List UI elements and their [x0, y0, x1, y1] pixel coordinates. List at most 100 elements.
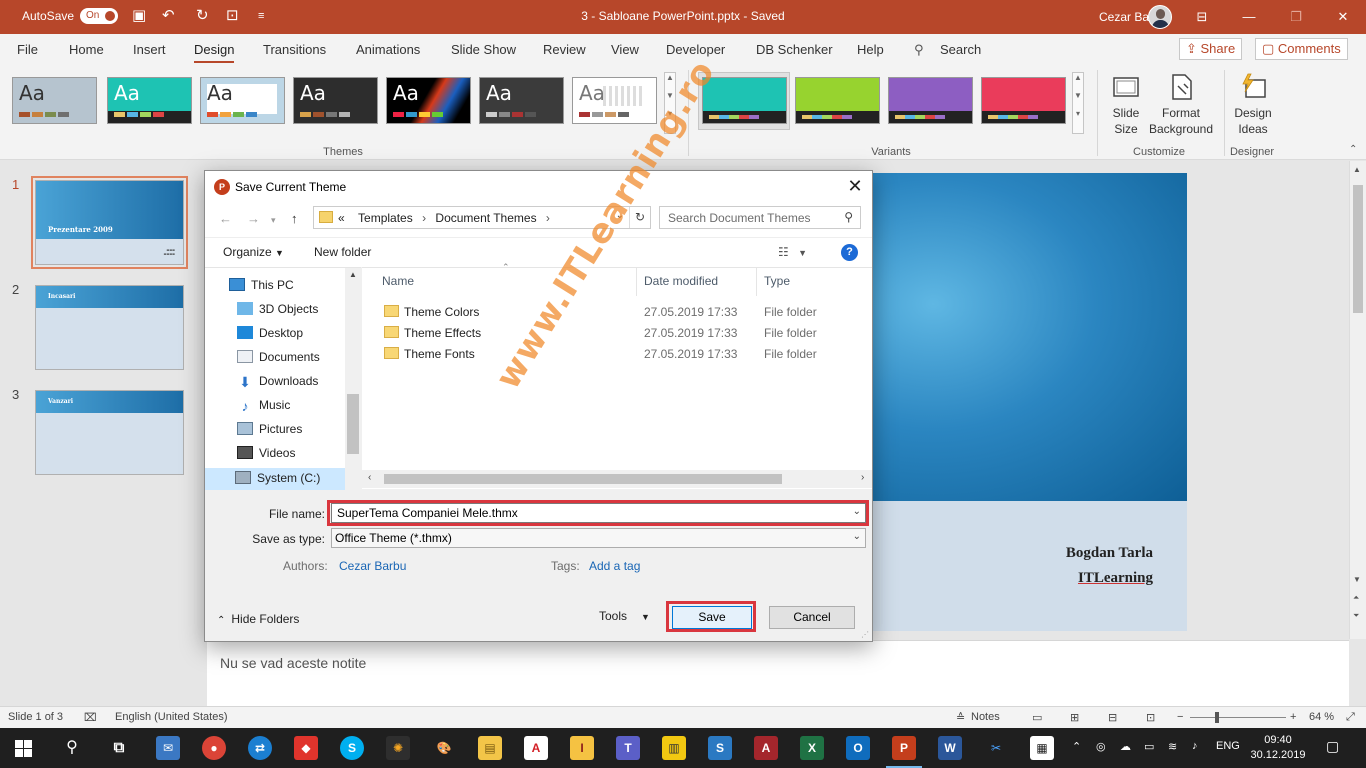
autosave-toggle[interactable]: On [80, 8, 118, 24]
redo-icon[interactable]: ↻ [196, 8, 209, 24]
slide-thumbnail-2[interactable]: Incasari [35, 285, 184, 370]
theme-thumb-4[interactable]: Aa [293, 77, 378, 124]
variant-thumb-2[interactable] [795, 77, 880, 124]
save-button[interactable]: Save [672, 606, 752, 629]
sway-icon[interactable]: S [708, 736, 732, 760]
slide-thumbnail-3[interactable]: Vanzari [35, 390, 184, 475]
tree-item-documents[interactable]: Documents [237, 350, 320, 372]
cloud-icon[interactable]: ☁ [1120, 740, 1131, 753]
task-view-icon[interactable]: ⧉ [107, 736, 131, 760]
slide-thumbnail-1[interactable]: Prezentare 2009 ▬▬▬ ▬▬▬▬ [31, 176, 188, 269]
tab-design[interactable]: Design [194, 42, 235, 63]
zoom-in-icon[interactable]: + [1290, 711, 1296, 723]
breadcrumb-chevron-icon[interactable]: › [422, 211, 426, 225]
column-divider[interactable] [636, 268, 637, 296]
tools-button[interactable]: Tools ▼ [599, 609, 650, 623]
tree-scroll-thumb[interactable] [347, 394, 359, 454]
ribbon-display-icon[interactable]: ⊟ [1187, 6, 1217, 28]
ribbon-search[interactable]: Search [940, 42, 981, 57]
tree-item-3d-objects[interactable]: 3D Objects [237, 302, 318, 324]
notes-pane[interactable]: Nu se vad aceste notite [207, 640, 1349, 706]
themes-gallery-scroll[interactable]: ▲ ▼ ▾ [664, 72, 676, 134]
tree-item-videos[interactable]: Videos [237, 446, 295, 468]
powerpoint-icon[interactable]: P [886, 736, 922, 768]
slide-organization[interactable]: ITLearning [1078, 570, 1153, 587]
theme-thumb-3[interactable]: Aa [200, 77, 285, 124]
variant-thumb-3[interactable] [888, 77, 973, 124]
normal-view-icon[interactable]: ▭ [1032, 711, 1042, 724]
collapse-ribbon-icon[interactable]: ⌃ [1349, 144, 1357, 155]
notifications-icon[interactable]: ▢ [1326, 738, 1339, 755]
column-divider[interactable] [756, 268, 757, 296]
save-as-type-select[interactable]: Office Theme (*.thmx) ⌄ [331, 528, 866, 548]
column-header-type[interactable]: Type [764, 274, 790, 288]
address-bar[interactable]: « Templates › Document Themes › ⌄ ↻ [313, 206, 651, 229]
scroll-down-arrow[interactable]: ▼ [1353, 575, 1361, 584]
back-arrow-icon[interactable]: ← [219, 211, 232, 226]
zoom-level[interactable]: 64 % [1309, 711, 1334, 723]
variant-thumb-1[interactable] [702, 77, 787, 124]
variant-thumb-4[interactable] [981, 77, 1066, 124]
slide-author[interactable]: Bogdan Tarla [1066, 545, 1153, 562]
dialog-close-button[interactable]: ✕ [838, 171, 872, 201]
tab-help[interactable]: Help [857, 42, 884, 57]
column-header-name[interactable]: Name [382, 274, 414, 288]
tab-file[interactable]: File [17, 42, 38, 57]
up-arrow-icon[interactable]: ↑ [291, 211, 298, 226]
scroll-right-arrow[interactable]: › [861, 472, 864, 483]
comments-button[interactable]: ▢ Comments [1255, 38, 1348, 60]
theme-thumb-5[interactable]: Aa [386, 77, 471, 124]
app-i-icon[interactable]: I [570, 736, 594, 760]
windows-start-icon[interactable] [15, 740, 32, 757]
search-icon[interactable]: ⚲ [60, 736, 84, 760]
chrome-icon[interactable]: ● [202, 736, 226, 760]
word-icon[interactable]: W [938, 736, 962, 760]
network-status-icon[interactable]: ◎ [1096, 740, 1106, 753]
theme-thumb-1[interactable]: Aa [12, 77, 97, 124]
breadcrumb-document-themes[interactable]: Document Themes [435, 211, 536, 225]
resize-grip-icon[interactable]: ⋰ [861, 630, 869, 639]
reading-view-icon[interactable]: ⊟ [1108, 711, 1117, 724]
tab-transitions[interactable]: Transitions [263, 42, 326, 57]
anydesk-icon[interactable]: ◆ [294, 736, 318, 760]
tab-developer[interactable]: Developer [666, 42, 725, 57]
search-document-themes-input[interactable]: Search Document Themes ⚲ [659, 206, 861, 229]
language-status[interactable]: English (United States) [115, 711, 228, 723]
tree-item-system-c[interactable]: System (C:) [205, 468, 345, 490]
prev-slide-arrow[interactable]: ⏶ [1353, 593, 1359, 603]
tab-db-schenker[interactable]: DB Schenker [756, 42, 833, 57]
theme-thumb-2[interactable]: Aa [107, 77, 192, 124]
recent-locations-icon[interactable]: ▾ [271, 215, 276, 226]
tree-item-pictures[interactable]: Pictures [237, 422, 302, 444]
authors-value[interactable]: Cezar Barbu [339, 559, 406, 573]
file-explorer-icon[interactable]: ▤ [478, 736, 502, 760]
search-icon[interactable]: ⚲ [914, 42, 924, 58]
tree-item-desktop[interactable]: Desktop [237, 326, 303, 348]
scroll-up-arrow[interactable]: ▲ [349, 270, 357, 279]
snip-icon[interactable]: ✂ [984, 736, 1008, 760]
breadcrumb-overflow[interactable]: « [338, 211, 345, 225]
restore-icon[interactable]: ❐ [1281, 6, 1311, 28]
file-row[interactable]: Theme Colors 27.05.2019 17:33 File folde… [382, 302, 862, 323]
tab-insert[interactable]: Insert [133, 42, 166, 57]
powerbi-icon[interactable]: ▥ [662, 736, 686, 760]
canvas-scroll-thumb[interactable] [1353, 185, 1363, 313]
tab-slide-show[interactable]: Slide Show [451, 42, 516, 57]
tree-item-music[interactable]: ♪ Music [237, 398, 291, 420]
tab-review[interactable]: Review [543, 42, 586, 57]
share-button[interactable]: ⇪ Share [1179, 38, 1243, 60]
help-icon[interactable]: ? [841, 244, 858, 261]
undo-icon[interactable]: ↶ [162, 8, 175, 24]
spellcheck-icon[interactable]: ⌧ [84, 711, 97, 724]
teams-icon[interactable]: T [616, 736, 640, 760]
column-header-date[interactable]: Date modified [644, 274, 718, 288]
fit-slide-icon[interactable]: ⤢ [1346, 711, 1355, 724]
teamviewer-icon[interactable]: ⇄ [248, 736, 272, 760]
hscroll-thumb[interactable] [384, 474, 782, 484]
volume-icon[interactable]: ♪ [1192, 740, 1198, 752]
theme-thumb-7[interactable]: Aa [572, 77, 657, 124]
tab-view[interactable]: View [611, 42, 639, 57]
clapper-icon[interactable]: ▦ [1030, 736, 1054, 760]
tree-item-downloads[interactable]: ⬇ Downloads [237, 374, 318, 396]
canvas-scrollbar[interactable]: ▲ ▼ ⏶ ⏷ [1349, 161, 1366, 639]
